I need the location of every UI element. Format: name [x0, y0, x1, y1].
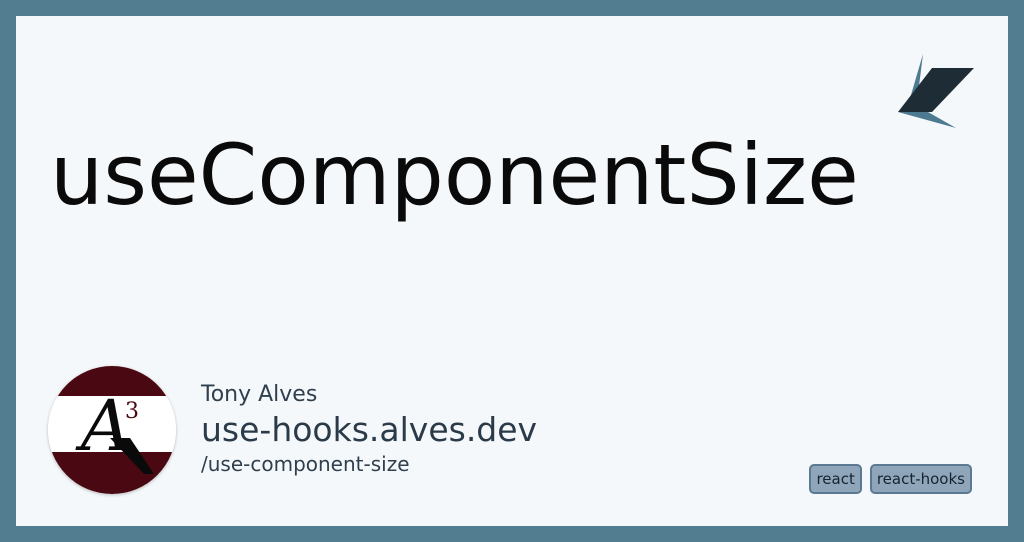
page-title: useComponentSize — [50, 126, 859, 224]
avatar-superscript: 3 — [125, 399, 139, 424]
tag-react[interactable]: react — [809, 464, 862, 494]
preview-card: useComponentSize A 3 Tony Alves use-hook… — [16, 16, 1008, 526]
brand-logo-icon — [892, 50, 976, 132]
tag-list: react react-hooks — [809, 464, 972, 494]
author-avatar: A 3 — [48, 366, 176, 494]
author-name: Tony Alves — [201, 382, 318, 407]
page-path: /use-component-size — [201, 452, 410, 476]
article-meta: Tony Alves use-hooks.alves.dev /use-comp… — [201, 380, 537, 478]
tag-react-hooks[interactable]: react-hooks — [869, 464, 972, 494]
site-domain[interactable]: use-hooks.alves.dev — [201, 410, 537, 450]
avatar-monogram: A — [75, 385, 132, 467]
